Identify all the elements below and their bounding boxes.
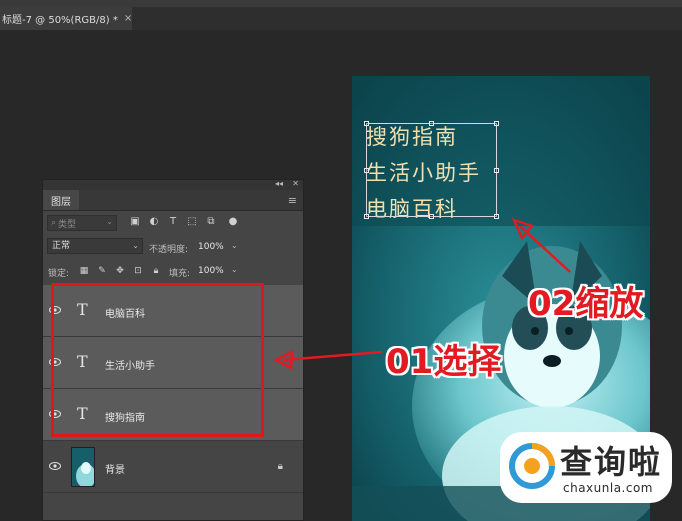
annotation-select: 01选择 bbox=[386, 342, 502, 382]
watermark-logo-icon bbox=[509, 443, 555, 489]
watermark-url: chaxunla.com bbox=[563, 481, 653, 495]
watermark-text: 查询啦 bbox=[560, 443, 663, 481]
annotation-scale: 02缩放 bbox=[528, 284, 644, 324]
watermark: 查询啦 chaxunla.com bbox=[500, 432, 672, 503]
